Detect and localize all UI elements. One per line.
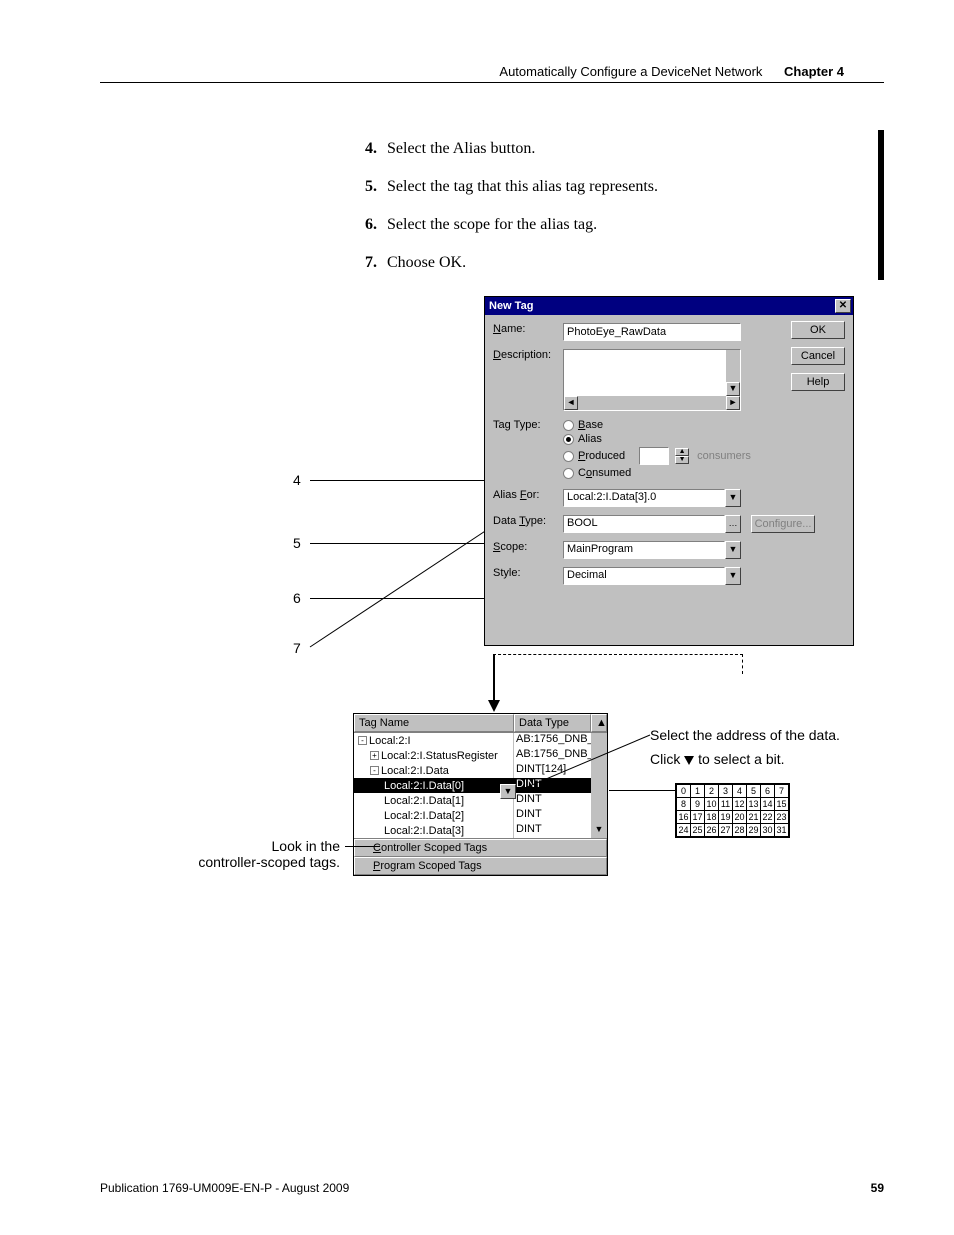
- ok-button[interactable]: OK: [791, 321, 845, 339]
- radio-alias[interactable]: Alias: [563, 433, 751, 445]
- chevron-down-icon[interactable]: ▼: [500, 784, 516, 799]
- close-icon[interactable]: ✕: [835, 299, 851, 313]
- table-row[interactable]: Local:2:I.Data[2]DINT: [354, 808, 607, 823]
- annot-look: Look in the controller-scoped tags.: [190, 838, 340, 870]
- col-datatype[interactable]: Data Type: [514, 714, 591, 732]
- triangle-down-icon: [684, 756, 694, 765]
- description-label: Description:: [493, 349, 563, 361]
- table-row[interactable]: Local:2:I.Data[1]DINT: [354, 793, 607, 808]
- spinner-up-icon: ▲: [675, 448, 689, 456]
- configure-button: Configure...: [751, 515, 815, 533]
- radio-consumed[interactable]: Consumed: [563, 467, 751, 479]
- style-label: Style:: [493, 567, 563, 579]
- callout-line-4: [310, 480, 495, 481]
- tag-browser-body[interactable]: -Local:2:IAB:1756_DNB_S.. +Local:2:I.Sta…: [354, 733, 607, 838]
- leader-bitgrid: [609, 790, 675, 791]
- header-rule: [100, 82, 884, 83]
- bit-selector-grid[interactable]: 01234567 89101112131415 1617181920212223…: [675, 783, 790, 838]
- header-section: Automatically Configure a DeviceNet Netw…: [499, 64, 762, 79]
- tree-expand-icon[interactable]: +: [370, 751, 379, 760]
- tree-collapse-icon[interactable]: -: [358, 736, 367, 745]
- tag-browser: Tag Name Data Type ▲ -Local:2:IAB:1756_D…: [353, 713, 608, 876]
- radio-produced[interactable]: Produced ▲▼ consumers: [563, 447, 751, 465]
- callout-7: 7: [293, 640, 301, 656]
- annot-click-bit: Click to select a bit.: [650, 751, 785, 767]
- program-scoped-button[interactable]: Program Scoped Tags: [354, 857, 607, 875]
- chevron-down-icon[interactable]: ▼: [725, 541, 741, 559]
- step-5: 5.Select the tag that this alias tag rep…: [365, 178, 658, 196]
- radio-base[interactable]: Base: [563, 419, 751, 431]
- help-button[interactable]: Help: [791, 373, 845, 391]
- dialog-title: New Tag: [489, 300, 533, 312]
- publication-id: Publication 1769-UM009E-EN-P - August 20…: [100, 1181, 349, 1195]
- callout-line-6: [310, 598, 495, 599]
- page-footer: Publication 1769-UM009E-EN-P - August 20…: [100, 1181, 884, 1195]
- spinner-down-icon: ▼: [675, 456, 689, 464]
- annot-select-addr: Select the address of the data.: [650, 727, 840, 743]
- aliasfor-combo[interactable]: Local:2:I.Data[3].0 ▼: [563, 489, 741, 507]
- instruction-steps: 4.Select the Alias button. 5.Select the …: [365, 140, 658, 292]
- step-7: 7.Choose OK.: [365, 254, 658, 272]
- scroll-down-icon[interactable]: ▼: [726, 382, 740, 396]
- chevron-down-icon[interactable]: ▼: [725, 567, 741, 585]
- connector-dashed: [493, 654, 743, 674]
- name-label: Name:: [493, 323, 563, 335]
- style-combo[interactable]: Decimal ▼: [563, 567, 741, 585]
- name-field[interactable]: [563, 323, 741, 341]
- scroll-right-icon[interactable]: ►: [726, 396, 740, 410]
- tree-collapse-icon[interactable]: -: [370, 766, 379, 775]
- callout-4: 4: [293, 472, 301, 488]
- aliasfor-label: Alias For:: [493, 489, 563, 501]
- arrow-down-icon: [488, 700, 500, 712]
- scope-label: Scope:: [493, 541, 563, 553]
- col-tagname[interactable]: Tag Name: [354, 714, 514, 732]
- callout-6: 6: [293, 590, 301, 606]
- margin-bar: [878, 130, 884, 280]
- page-header: Automatically Configure a DeviceNet Netw…: [499, 64, 844, 79]
- callout-line-5: [310, 543, 495, 544]
- header-chapter: Chapter 4: [784, 64, 844, 79]
- scope-combo[interactable]: MainProgram ▼: [563, 541, 741, 559]
- chevron-down-icon[interactable]: ▼: [725, 489, 741, 507]
- page-number: 59: [871, 1181, 884, 1195]
- table-row[interactable]: Local:2:I.Data[3]DINT▼: [354, 823, 607, 838]
- controller-scoped-button[interactable]: Controller Scoped Tags: [354, 839, 607, 857]
- step-6: 6.Select the scope for the alias tag.: [365, 216, 658, 234]
- tagtype-label: Tag Type:: [493, 419, 563, 431]
- callout-5: 5: [293, 535, 301, 551]
- datatype-combo[interactable]: BOOL …: [563, 515, 741, 533]
- datatype-label: Data Type:: [493, 515, 563, 527]
- leader-look: [345, 846, 380, 847]
- ellipsis-icon[interactable]: …: [725, 515, 741, 533]
- dialog-titlebar[interactable]: New Tag ✕: [485, 297, 853, 315]
- description-field[interactable]: ▼ ◄ ►: [563, 349, 741, 411]
- new-tag-dialog: New Tag ✕ OK Cancel Help Name: Descripti…: [484, 296, 854, 646]
- scroll-left-icon[interactable]: ◄: [564, 396, 578, 410]
- connector-stem: [493, 654, 495, 702]
- step-4: 4.Select the Alias button.: [365, 140, 658, 158]
- scroll-up-icon[interactable]: ▲: [591, 714, 607, 732]
- table-row-selected[interactable]: Local:2:I.Data[0]DINT: [354, 778, 607, 793]
- scroll-down-icon[interactable]: ▼: [591, 823, 607, 838]
- cancel-button[interactable]: Cancel: [791, 347, 845, 365]
